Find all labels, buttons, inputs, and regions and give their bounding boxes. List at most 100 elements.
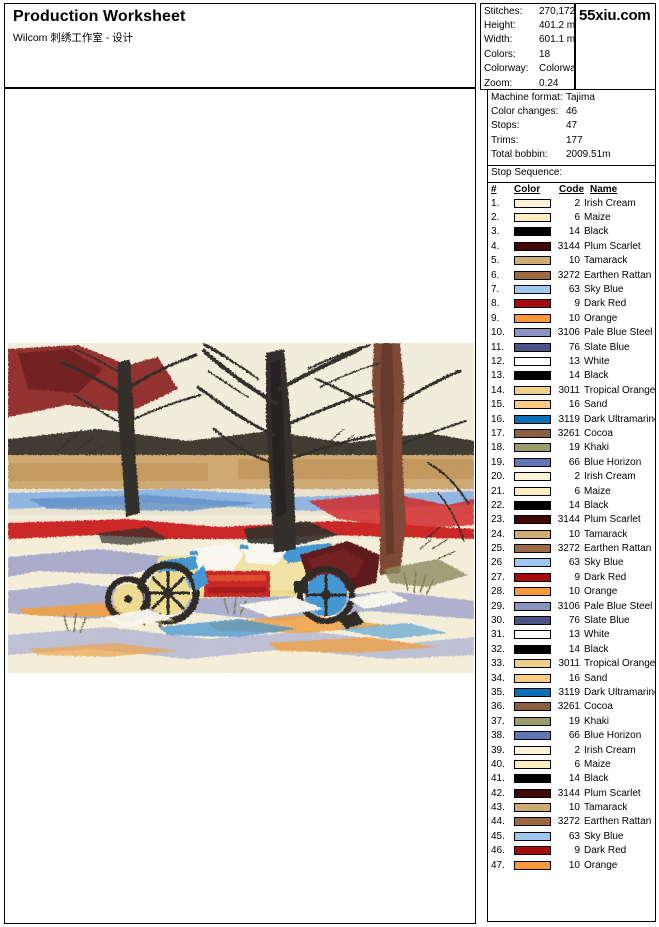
color-swatch — [514, 572, 551, 582]
table-row[interactable]: 3. 14 Black — [488, 225, 655, 239]
table-row[interactable]: 18. 19 Khaki — [488, 441, 655, 455]
thread-code: 14 — [568, 643, 580, 655]
table-row[interactable]: 44. 3272 Earthen Rattan — [488, 815, 655, 829]
color-swatch-cell — [510, 356, 554, 366]
row-index: 32. — [491, 643, 505, 655]
color-swatch-cell — [510, 644, 554, 654]
color-swatch — [514, 759, 551, 769]
summary-row: Height: 401.2 mm — [481, 18, 583, 32]
row-index: 38. — [491, 730, 505, 742]
table-row[interactable]: 7. 63 Sky Blue — [488, 282, 655, 296]
table-row[interactable]: 9. 10 Orange — [488, 311, 655, 325]
table-row[interactable]: 13. 14 Black — [488, 369, 655, 383]
thread-code: 14 — [568, 226, 580, 238]
color-swatch-cell — [510, 659, 554, 669]
color-swatch-cell — [510, 702, 554, 712]
row-index: 36. — [491, 701, 505, 713]
color-swatch-cell — [510, 759, 554, 769]
table-row[interactable]: 40. 6 Maize — [488, 757, 655, 771]
table-row[interactable]: 6. 3272 Earthen Rattan — [488, 268, 655, 282]
table-row[interactable]: 32. 14 Black — [488, 642, 655, 656]
table-row[interactable]: 28. 10 Orange — [488, 585, 655, 599]
stop-sequence-footer-blank — [487, 889, 656, 922]
table-row[interactable]: 16. 3119 Dark Ultramarine — [488, 412, 655, 426]
table-row[interactable]: 5. 10 Tamarack — [488, 254, 655, 268]
table-row[interactable]: 15. 16 Sand — [488, 397, 655, 411]
header-name: Name — [590, 184, 618, 195]
color-swatch — [514, 803, 551, 813]
table-row[interactable]: 23. 3144 Plum Scarlet — [488, 513, 655, 527]
table-row[interactable]: 10. 3106 Pale Blue Steel — [488, 326, 655, 340]
table-row[interactable]: 42. 3144 Plum Scarlet — [488, 786, 655, 800]
table-row[interactable]: 46. 9 Dark Red — [488, 844, 655, 858]
table-row[interactable]: 39. 2 Irish Cream — [488, 743, 655, 757]
table-row[interactable]: 12. 13 White — [488, 354, 655, 368]
row-index: 25. — [491, 543, 505, 555]
machine-label: Trims: — [491, 134, 519, 146]
table-row[interactable]: 38. 66 Blue Horizon — [488, 728, 655, 742]
table-row[interactable]: 30. 76 Slate Blue — [488, 613, 655, 627]
table-row[interactable]: 4. 3144 Plum Scarlet — [488, 239, 655, 253]
table-row[interactable]: 47. 10 Orange — [488, 858, 655, 872]
table-row[interactable]: 31. 13 White — [488, 628, 655, 642]
color-swatch — [514, 313, 551, 323]
machine-label: Machine format: — [491, 91, 563, 103]
color-swatch — [514, 328, 551, 338]
table-row[interactable]: 24. 10 Tamarack — [488, 527, 655, 541]
color-swatch-cell — [510, 860, 554, 870]
table-row[interactable]: 2. 6 Maize — [488, 210, 655, 224]
table-row[interactable]: 11. 76 Slate Blue — [488, 340, 655, 354]
table-row[interactable]: 22. 14 Black — [488, 498, 655, 512]
row-index: 3. — [491, 226, 500, 238]
table-row[interactable]: 36. 3261 Cocoa — [488, 700, 655, 714]
thread-code: 3106 — [557, 600, 580, 612]
thread-name: Pale Blue Steel — [584, 327, 653, 339]
summary-row: Colors: 18 — [481, 47, 574, 61]
color-swatch — [514, 788, 551, 798]
thread-code: 16 — [568, 399, 580, 411]
table-row[interactable]: 1. 2 Irish Cream — [488, 196, 655, 210]
color-swatch — [514, 371, 551, 381]
thread-name: Khaki — [584, 442, 610, 454]
color-swatch — [514, 630, 551, 640]
row-index: 6. — [491, 269, 500, 281]
table-row[interactable]: 20. 2 Irish Cream — [488, 469, 655, 483]
table-row[interactable]: 27. 9 Dark Red — [488, 570, 655, 584]
row-index: 15. — [491, 399, 505, 411]
table-row[interactable]: 8. 9 Dark Red — [488, 297, 655, 311]
machine-value: 47 — [566, 120, 578, 132]
table-row[interactable]: 41. 14 Black — [488, 772, 655, 786]
color-swatch — [514, 616, 551, 626]
thread-name: Earthen Rattan — [584, 816, 652, 828]
table-row[interactable]: 14. 3011 Tropical Orange — [488, 383, 655, 397]
table-row[interactable]: 33. 3011 Tropical Orange — [488, 657, 655, 671]
color-swatch — [514, 443, 551, 453]
table-row[interactable]: 34. 16 Sand — [488, 671, 655, 685]
table-row[interactable]: 21. 6 Maize — [488, 484, 655, 498]
color-swatch — [514, 529, 551, 539]
color-swatch — [514, 486, 551, 496]
color-swatch-cell — [510, 457, 554, 467]
table-row[interactable]: 45. 63 Sky Blue — [488, 829, 655, 843]
thread-name: Sky Blue — [584, 284, 624, 296]
thread-name: Irish Cream — [584, 471, 636, 483]
thread-name: Black — [584, 643, 609, 655]
table-row[interactable]: 29. 3106 Pale Blue Steel — [488, 599, 655, 613]
thread-code: 10 — [568, 312, 580, 324]
row-index: 18. — [491, 442, 505, 454]
table-row[interactable]: 43. 10 Tamarack — [488, 800, 655, 814]
table-row[interactable]: 37. 19 Khaki — [488, 714, 655, 728]
summary-row: Zoom: 0.24 — [481, 76, 574, 90]
table-row[interactable]: 19. 66 Blue Horizon — [488, 455, 655, 469]
color-swatch — [514, 745, 551, 755]
color-swatch-cell — [510, 788, 554, 798]
table-row[interactable]: 17. 3261 Cocoa — [488, 426, 655, 440]
thread-code: 9 — [574, 298, 580, 310]
table-row[interactable]: 26 63 Sky Blue — [488, 556, 655, 570]
row-index: 10. — [491, 327, 505, 339]
thread-code: 2 — [574, 471, 580, 483]
table-row[interactable]: 35. 3119 Dark Ultramarine — [488, 685, 655, 699]
table-row[interactable]: 25. 3272 Earthen Rattan — [488, 541, 655, 555]
thread-name: Tropical Orange — [584, 384, 655, 396]
thread-code: 3119 — [558, 413, 580, 425]
